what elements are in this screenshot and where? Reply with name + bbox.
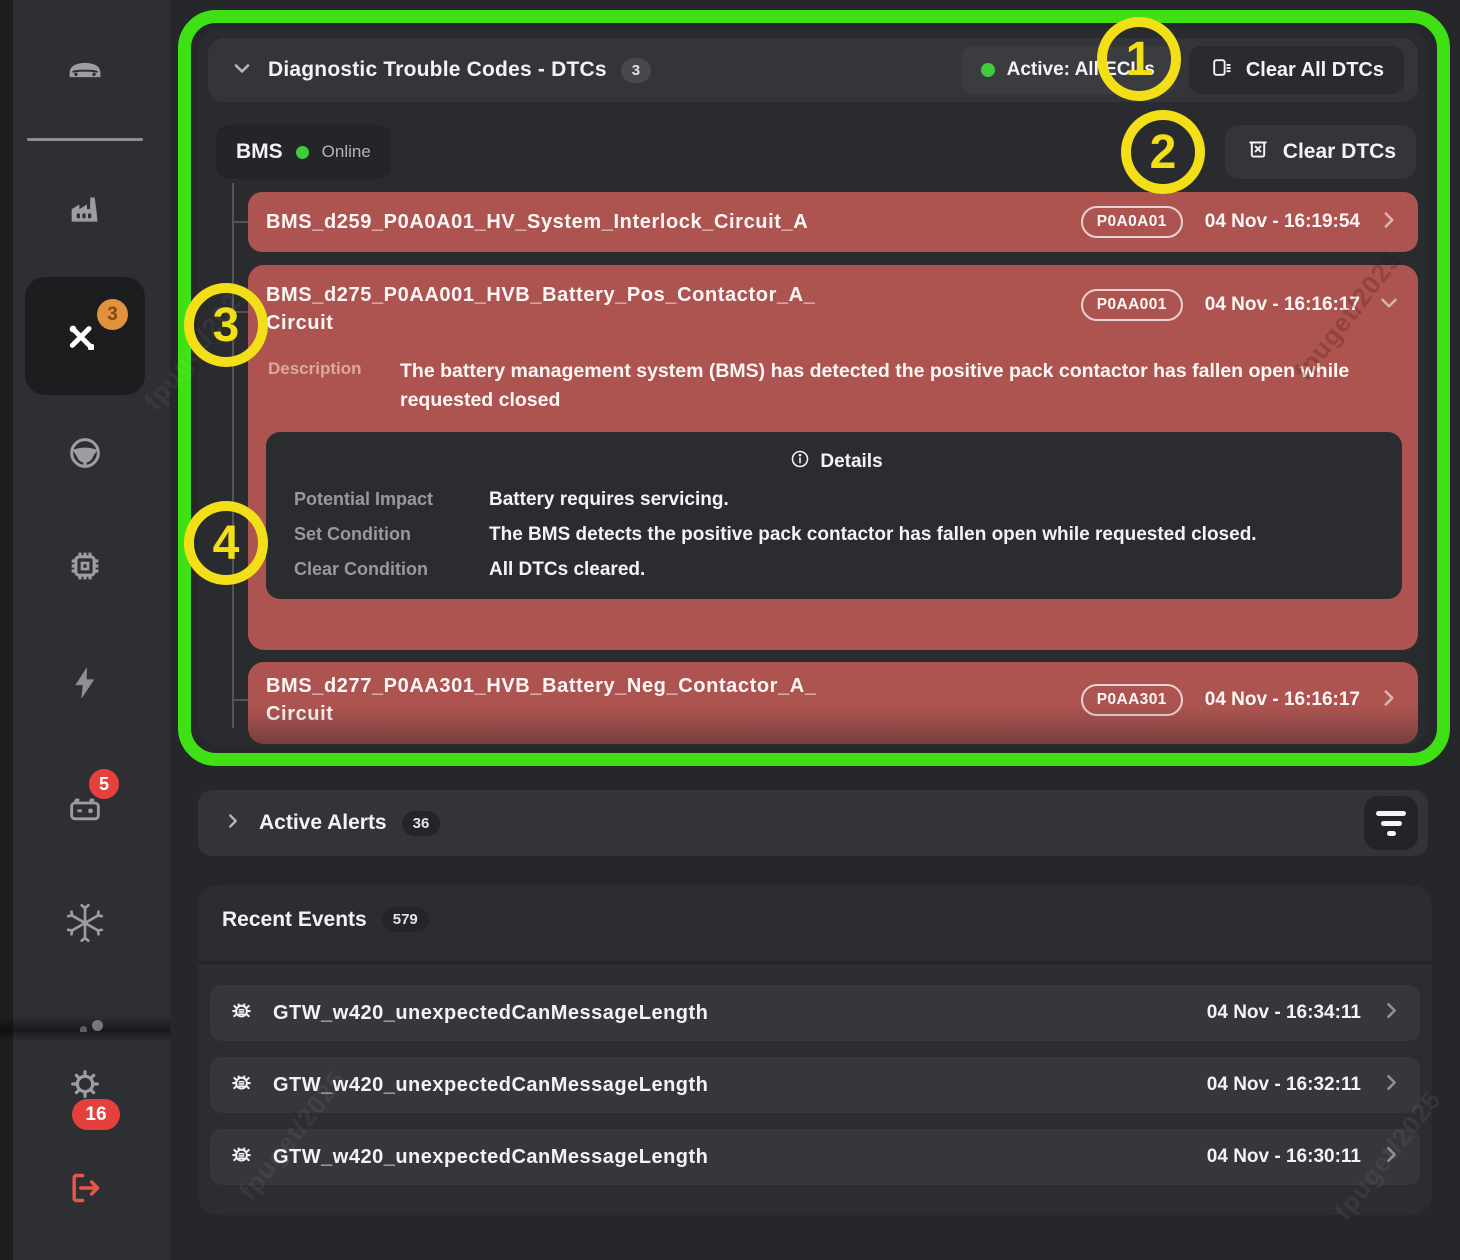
chevron-right-icon (222, 810, 244, 837)
online-status-dot (296, 146, 309, 159)
service-badge: 3 (97, 299, 128, 330)
active-alerts-title: Active Alerts (259, 811, 387, 835)
event-name: GTW_w420_unexpectedCanMessageLength (273, 1074, 1189, 1097)
event-name: GTW_w420_unexpectedCanMessageLength (273, 1146, 1189, 1169)
sidebar-item-logout[interactable] (61, 1166, 109, 1214)
clear-all-dtcs-button[interactable]: Clear All DTCs (1189, 46, 1404, 94)
bug-icon (228, 1141, 255, 1173)
event-row[interactable]: GTW_w420_unexpectedCanMessageLength 04 N… (210, 1129, 1420, 1185)
issues-badge: 16 (72, 1099, 120, 1130)
dtc-timestamp: 04 Nov - 16:19:54 (1205, 211, 1360, 233)
event-row[interactable]: GTW_w420_unexpectedCanMessageLength 04 N… (210, 985, 1420, 1041)
dtc-tree-line (232, 183, 234, 728)
dtc-code-pill: P0AA301 (1081, 684, 1183, 716)
snowflake-icon (65, 903, 105, 948)
dtc-panel-title: Diagnostic Trouble Codes - DTCs (268, 58, 607, 82)
dtc-code-pill: P0A0A01 (1081, 206, 1183, 238)
info-icon (789, 448, 811, 476)
chevron-right-icon[interactable] (1379, 1070, 1404, 1100)
trash-x-icon (1245, 136, 1271, 168)
battery-badge: 5 (89, 769, 119, 799)
active-status-dot (981, 63, 995, 77)
sidebar: 3 (0, 0, 170, 1260)
dtc-tree-stub (232, 221, 249, 223)
clear-all-dtcs-label: Clear All DTCs (1246, 59, 1384, 82)
sidebar-item-climate[interactable] (61, 901, 109, 949)
recent-events-title: Recent Events (222, 908, 367, 932)
events-divider (198, 961, 1432, 964)
sidebar-item-power[interactable] (61, 661, 109, 709)
ecu-chip-bms[interactable]: BMS Online (216, 125, 391, 179)
hidden-icon-peek (80, 1026, 87, 1032)
dtc-timestamp: 04 Nov - 16:16:17 (1205, 294, 1360, 316)
dtc-panel: Diagnostic Trouble Codes - DTCs 3 Active… (198, 28, 1428, 746)
factory-icon (65, 190, 105, 235)
dtc-description: The battery management system (BMS) has … (400, 357, 1400, 416)
sidebar-item-factory[interactable] (61, 188, 109, 236)
clear-dtcs-label: Clear DTCs (1283, 140, 1396, 164)
sidebar-item-ecu[interactable] (61, 544, 109, 592)
active-ecus-filter-label: Active: All ECUs (1007, 59, 1155, 81)
clear-condition-label: Clear Condition (294, 559, 489, 581)
potential-impact-label: Potential Impact (294, 489, 489, 511)
event-row[interactable]: GTW_w420_unexpectedCanMessageLength 04 N… (210, 1057, 1420, 1113)
chevron-down-icon (230, 56, 254, 85)
chevron-right-icon[interactable] (1376, 207, 1402, 238)
dtc-name: BMS_d275_P0AA001_HVB_Battery_Pos_Contact… (266, 281, 826, 337)
sidebar-item-driving[interactable] (61, 431, 109, 479)
event-timestamp: 04 Nov - 16:30:11 (1207, 1146, 1361, 1168)
chevron-right-icon[interactable] (1376, 685, 1402, 716)
dtc-code-pill: P0AA001 (1081, 289, 1183, 321)
dtc-timestamp: 04 Nov - 16:16:17 (1205, 689, 1360, 711)
sidebar-divider (27, 138, 143, 141)
recent-events-count-badge: 579 (382, 907, 429, 932)
dtc-details-card: Details Potential Impact Battery require… (266, 432, 1402, 599)
clear-list-icon (1209, 55, 1234, 86)
details-title: Details (820, 451, 882, 473)
potential-impact-value: Battery requires servicing. (489, 489, 729, 511)
chevron-right-icon[interactable] (1379, 1142, 1404, 1172)
chevron-right-icon[interactable] (1379, 998, 1404, 1028)
description-label: Description (268, 357, 400, 416)
set-condition-value: The BMS detects the positive pack contac… (489, 524, 1257, 546)
filter-button[interactable] (1364, 796, 1418, 850)
bug-icon (228, 1069, 255, 1101)
dtc-name: BMS_d277_P0AA301_HVB_Battery_Neg_Contact… (266, 672, 826, 728)
dtc-row-expanded[interactable]: BMS_d275_P0AA001_HVB_Battery_Pos_Contact… (248, 265, 1418, 650)
clear-dtcs-button[interactable]: Clear DTCs (1225, 125, 1416, 179)
dtc-tree-stub (232, 311, 249, 313)
sidebar-item-vehicle[interactable] (61, 48, 109, 96)
clear-condition-value: All DTCs cleared. (489, 559, 645, 581)
chevron-down-icon[interactable] (1376, 290, 1402, 321)
sidebar-edge (0, 0, 13, 1260)
hidden-icon-peek (92, 1020, 103, 1031)
dtc-tree-stub (232, 699, 249, 701)
active-alerts-bar[interactable]: Active Alerts 36 (198, 790, 1428, 856)
filter-icon (1376, 811, 1406, 816)
steering-wheel-icon (65, 433, 105, 478)
bug-icon (228, 997, 255, 1029)
dtc-panel-header[interactable]: Diagnostic Trouble Codes - DTCs 3 Active… (208, 38, 1418, 102)
set-condition-label: Set Condition (294, 524, 489, 546)
dtc-row[interactable]: BMS_d259_P0A0A01_HV_System_Interlock_Cir… (248, 192, 1418, 252)
event-timestamp: 04 Nov - 16:34:11 (1207, 1002, 1361, 1024)
chip-icon (65, 546, 105, 591)
dtc-name: BMS_d259_P0A0A01_HV_System_Interlock_Cir… (266, 208, 1065, 236)
recent-events-panel: Recent Events 579 GTW_w420_unexpectedCan… (198, 885, 1432, 1215)
event-timestamp: 04 Nov - 16:32:11 (1207, 1074, 1361, 1096)
dtc-count-badge: 3 (621, 58, 651, 83)
active-alerts-count-badge: 36 (402, 811, 441, 836)
active-ecus-filter-button[interactable]: Active: All ECUs (961, 46, 1175, 94)
logout-icon (65, 1168, 105, 1213)
event-name: GTW_w420_unexpectedCanMessageLength (273, 1002, 1189, 1025)
lightning-icon (65, 663, 105, 708)
dtc-row[interactable]: BMS_d277_P0AA301_HVB_Battery_Neg_Contact… (248, 662, 1418, 744)
ecu-name: BMS (236, 140, 283, 164)
ecu-status-label: Online (322, 142, 371, 162)
car-icon (65, 50, 105, 95)
app-root: 3 (0, 0, 1460, 1260)
